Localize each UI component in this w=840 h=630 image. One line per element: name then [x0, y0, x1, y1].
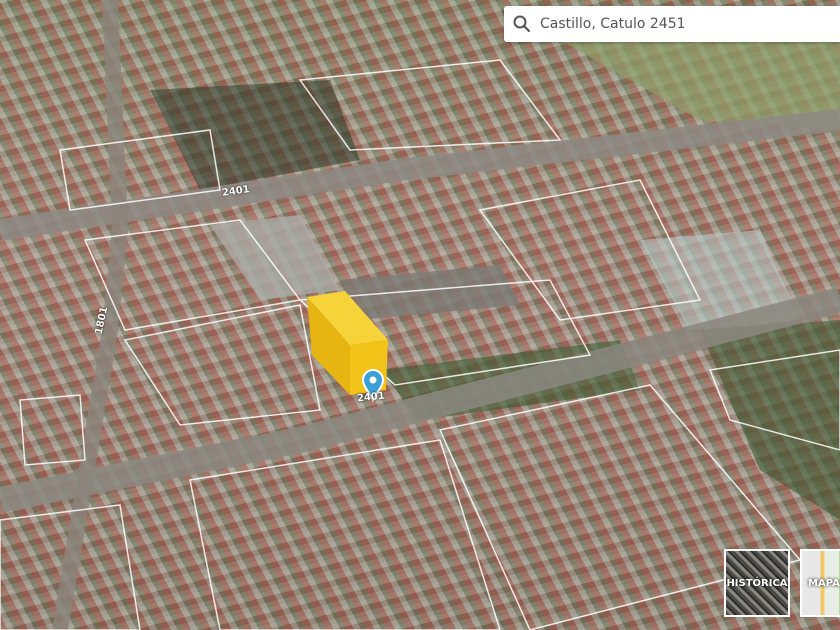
layer-label: HISTÓRICA [726, 577, 788, 589]
street [52, 0, 129, 630]
layer-historica-button[interactable]: HISTÓRICA [724, 549, 790, 617]
tree-area [700, 320, 840, 520]
warehouse-roof [340, 265, 520, 320]
map-overlay [0, 0, 840, 630]
search-icon [513, 15, 531, 33]
layer-mapa-button[interactable]: MAPA [800, 549, 840, 617]
search-input[interactable] [540, 16, 830, 32]
layer-label: MAPA [808, 577, 840, 589]
warehouse-roof [210, 215, 340, 300]
aerial-3d-map[interactable]: 2401 1801 2401 [0, 0, 840, 630]
search-bar[interactable] [504, 6, 840, 42]
